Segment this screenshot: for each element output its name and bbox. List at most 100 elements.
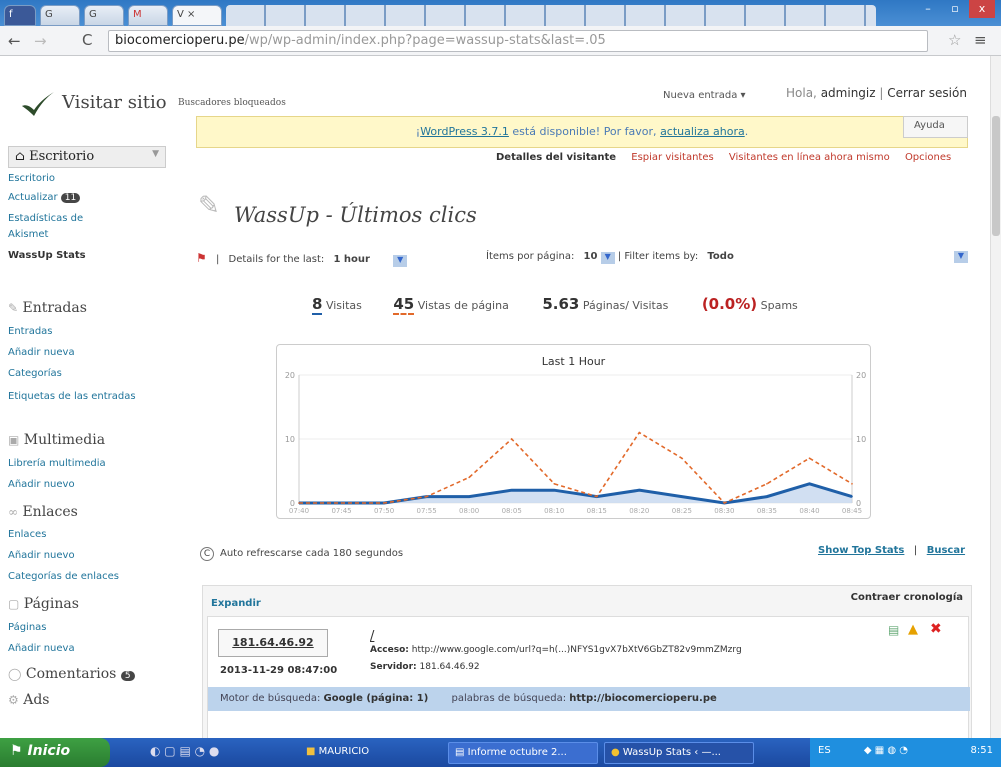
url-input[interactable]: biocomercioperu.pe/wp/wp-admin/index.php… xyxy=(108,30,928,52)
link-icon: ∞ xyxy=(8,505,18,519)
sidebar-item-escritorio[interactable]: Escritorio xyxy=(8,173,55,184)
pageviews-point xyxy=(383,502,385,504)
x-tick-label: 08:30 xyxy=(714,507,734,515)
page-scrollbar[interactable] xyxy=(990,56,1001,738)
back-icon[interactable]: ← xyxy=(8,32,21,50)
sidebar-item-entradas[interactable]: Entradas xyxy=(8,326,53,337)
y-tick-label-right: 10 xyxy=(856,435,866,444)
sidebar-item-etiquetas[interactable]: Etiquetas de las entradas xyxy=(8,389,138,405)
sidebar-item-enlaces[interactable]: Enlaces xyxy=(8,529,46,540)
close-window-button[interactable]: x xyxy=(969,0,995,18)
x-tick-label: 08:20 xyxy=(629,507,649,515)
system-tray: ES ◆ ▦ ◍ ◔ 8:51 xyxy=(810,738,1001,767)
sidebar-item-libreria[interactable]: Librería multimedia xyxy=(8,458,106,469)
sidebar-item-categorias[interactable]: Categorías xyxy=(8,368,62,379)
menu-comentarios[interactable]: ◯ Comentarios 5 xyxy=(8,666,135,682)
search-link[interactable]: Buscar xyxy=(927,545,965,556)
expand-link[interactable]: Expandir xyxy=(211,598,261,609)
menu-multimedia[interactable]: ▣ Multimedia xyxy=(8,432,105,448)
comment-icon: ◯ xyxy=(8,667,22,681)
maximize-button[interactable]: ▫ xyxy=(942,0,968,18)
sidebar-item-anadir-nuevo[interactable]: Añadir nuevo xyxy=(8,479,75,490)
sidebar-item-wassup[interactable]: WassUp Stats xyxy=(8,250,86,261)
warning-icon[interactable]: ▲ xyxy=(908,622,918,637)
refresh-icon[interactable]: C xyxy=(200,547,214,561)
sidebar-item-anadir-nueva[interactable]: Añadir nueva xyxy=(8,347,75,358)
logout-link[interactable]: Cerrar sesión xyxy=(887,86,967,100)
visits-point xyxy=(510,489,513,491)
visits-point xyxy=(638,489,641,491)
tray-icons[interactable]: ◆ ▦ ◍ ◔ xyxy=(864,745,908,756)
x-tick-label: 08:40 xyxy=(799,507,819,515)
quicklaunch-icons[interactable]: ◐ ▢ ▤ ◔ ● xyxy=(150,744,219,758)
sidebar-item-categorias-enlaces[interactable]: Categorías de enlaces xyxy=(8,571,119,582)
wassup-logo-icon: ✎ xyxy=(198,191,220,221)
visits-point xyxy=(808,483,811,485)
wordpress-version-link[interactable]: WordPress 3.7.1 xyxy=(420,125,509,138)
menu-enlaces[interactable]: ∞ Enlaces xyxy=(8,504,78,520)
sidebar-item-anadir-enlace[interactable]: Añadir nuevo xyxy=(8,550,75,561)
address-toolbar: ← → C biocomercioperu.pe/wp/wp-admin/ind… xyxy=(0,26,1001,56)
server-line: Servidor: 181.64.46.92 xyxy=(370,662,480,672)
visits-stat: 8 Visitas xyxy=(312,295,362,315)
x-tick-label: 08:45 xyxy=(842,507,862,515)
x-tick-label: 07:55 xyxy=(417,507,437,515)
filter-select[interactable]: Todo xyxy=(707,251,733,262)
details-icon[interactable]: ▤ xyxy=(888,623,899,637)
task-wassup[interactable]: ● WassUp Stats ‹ —... xyxy=(604,742,754,764)
entry-date: 2013-11-29 08:47:00 xyxy=(220,665,338,676)
comment-count-badge: 5 xyxy=(120,671,135,681)
ip-link[interactable]: 181.64.46.92 xyxy=(232,636,313,649)
sidebar-item-akismet[interactable]: Estadísticas de Akismet xyxy=(8,211,118,243)
tab-g2[interactable]: G xyxy=(84,5,124,26)
folder-icon: ■ xyxy=(306,746,316,757)
task-mauricio[interactable]: ■ MAURICIO xyxy=(300,742,420,764)
forward-icon[interactable]: → xyxy=(34,32,47,50)
menu-ads[interactable]: ⚙ Ads xyxy=(8,692,49,708)
new-entry-dropdown[interactable]: Nueva entrada ▾ xyxy=(663,90,746,101)
visit-site-link[interactable]: Visitar sitio xyxy=(62,92,167,113)
timeline-panel: Expandir Contraer cronología 181.64.46.9… xyxy=(202,585,972,741)
user-link[interactable]: admingiz xyxy=(821,86,876,100)
menu-paginas[interactable]: ▢ Páginas xyxy=(8,596,79,612)
minimize-button[interactable]: – xyxy=(915,0,941,18)
wp-logo-icon xyxy=(22,92,54,116)
task-informe[interactable]: ▤ Informe octubre 2... xyxy=(448,742,598,764)
collapse-timeline-link[interactable]: Contraer cronología xyxy=(851,592,963,603)
pageviews-point xyxy=(553,483,556,485)
update-now-link[interactable]: actualiza ahora xyxy=(660,125,745,138)
menu-escritorio[interactable]: ⌂ Escritorio ▼ xyxy=(8,146,166,168)
visits-point xyxy=(851,495,853,498)
star-icon[interactable]: ☆ xyxy=(948,31,961,49)
entry-path-link[interactable]: / xyxy=(370,629,374,644)
pageviews-point xyxy=(298,502,300,504)
menu-entradas[interactable]: ✎ Entradas xyxy=(8,300,87,316)
tab-g1[interactable]: G xyxy=(40,5,80,26)
pageviews-point xyxy=(425,495,428,498)
visits-point xyxy=(553,489,556,491)
show-top-stats-link[interactable]: Show Top Stats xyxy=(818,545,904,556)
start-button[interactable]: ⚑ Inicio xyxy=(0,738,110,767)
sidebar-item-anadir-pagina[interactable]: Añadir nueva xyxy=(8,643,75,654)
filter-select-arrow[interactable]: ▼ xyxy=(954,251,968,263)
help-button[interactable]: Ayuda xyxy=(903,116,968,138)
summary-stats: 8 Visitas 45 Vistas de página 5.63 Págin… xyxy=(312,295,872,315)
delete-icon[interactable]: ✖ xyxy=(930,621,942,637)
scroll-thumb[interactable] xyxy=(992,116,1000,236)
keywords-link[interactable]: http://biocomercioperu.pe xyxy=(569,693,717,704)
items-select[interactable]: 10 xyxy=(584,251,598,262)
sidebar-item-paginas[interactable]: Páginas xyxy=(8,622,47,633)
items-select-arrow[interactable]: ▼ xyxy=(600,252,615,264)
wassup-tab[interactable]: V × xyxy=(172,5,222,26)
gmail-tab[interactable]: M xyxy=(128,5,168,26)
map-icon[interactable]: ⚑ xyxy=(196,251,207,265)
details-select-arrow[interactable]: ▼ xyxy=(393,255,408,267)
menu-icon[interactable]: ≡ xyxy=(974,31,987,49)
details-select[interactable]: 1 hour xyxy=(333,254,369,265)
y-tick-label-left: 20 xyxy=(285,371,295,380)
home-icon: ⌂ xyxy=(15,149,25,164)
sidebar-item-actualizar[interactable]: Actualizar 11 xyxy=(8,192,81,203)
facebook-tab[interactable]: f xyxy=(4,5,36,26)
x-tick-label: 07:45 xyxy=(331,507,351,515)
reload-icon[interactable]: C xyxy=(82,31,92,49)
